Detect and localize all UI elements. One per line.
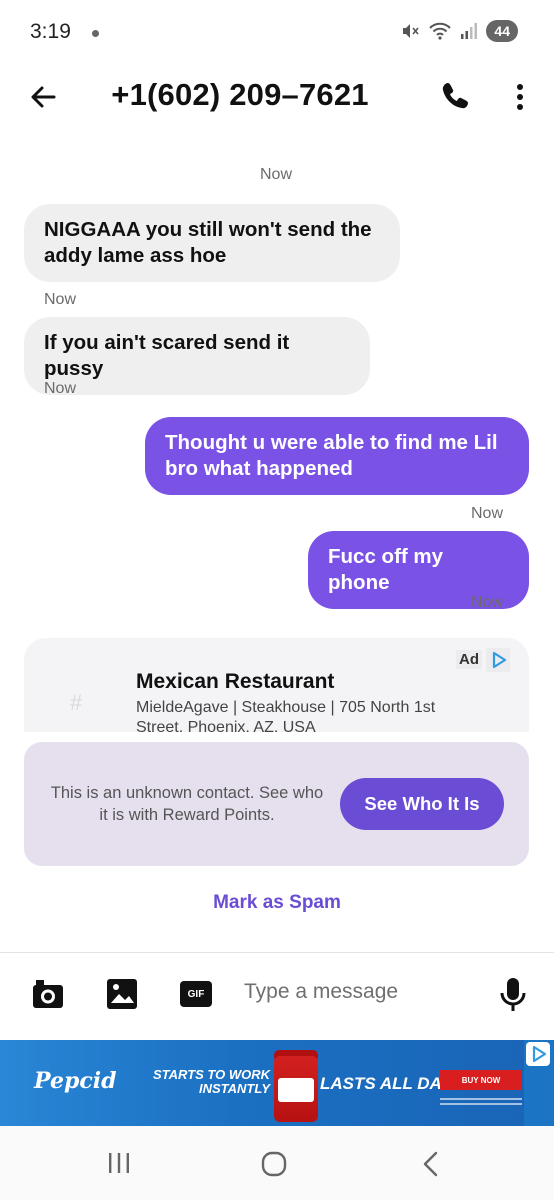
notification-dot-icon [92,30,99,37]
ad-choices-icon[interactable] [526,1042,550,1066]
product-bottle-label [278,1078,314,1102]
sponsored-ad-card[interactable]: # Ad Mexican Restaurant MieldeAgave | St… [24,638,529,732]
ad-title[interactable]: Mexican Restaurant [136,670,334,694]
nav-back-icon[interactable] [418,1150,444,1178]
unknown-contact-text: This is an unknown contact. See who it i… [50,784,324,824]
buy-now-button[interactable]: BUY NOW [440,1070,522,1090]
gif-button[interactable]: GIF [180,981,212,1007]
mark-as-spam-link[interactable]: Mark as Spam [0,892,554,914]
ad-placeholder-icon: # [70,690,83,715]
timestamp: Now [44,380,77,397]
signal-icon [461,23,478,39]
banner-brand: Pepcid [34,1068,117,1094]
incoming-message[interactable]: NIGGAAA you still won't send the addy la… [24,204,400,282]
microphone-icon[interactable] [498,976,528,1014]
status-time: 3:19 [30,20,71,43]
wifi-icon [429,22,452,40]
conversation-header: +1(602) 209–7621 [0,64,554,128]
message-input[interactable]: Type a message [244,980,398,1004]
timestamp: Now [260,166,293,183]
home-icon[interactable] [260,1150,288,1178]
status-bar: 3:19 44 [0,0,554,64]
gif-label: GIF [187,988,205,1000]
ad-choices-icon[interactable] [486,648,510,672]
recent-apps-icon[interactable] [106,1150,132,1176]
gallery-icon[interactable] [104,976,140,1012]
timestamp: Now [471,594,504,611]
ad-description: MieldeAgave | Steakhouse | 705 North 1st… [136,699,436,732]
phone-call-icon[interactable] [440,80,472,112]
timestamp: Now [44,291,77,308]
timestamp: Now [471,505,504,522]
system-navigation-bar [0,1126,554,1200]
ad-badge: Ad [456,650,482,669]
banner-tagline: STARTS TO WORK INSTANTLY [148,1068,270,1096]
outgoing-message[interactable]: Thought u were able to find me Lil bro w… [145,417,529,495]
more-options-icon[interactable] [508,80,532,114]
composer-divider [0,952,554,953]
banner-fine-print [440,1098,522,1110]
mute-icon [403,24,420,38]
banner-claim: LASTS ALL DAY° [320,1074,459,1093]
status-icons: 44 [400,20,518,42]
banner-ad[interactable]: Pepcid STARTS TO WORK INSTANTLY LASTS AL… [0,1040,554,1126]
camera-icon[interactable] [30,976,66,1012]
see-who-it-is-button[interactable]: See Who It Is [340,778,504,830]
unknown-contact-panel: This is an unknown contact. See who it i… [24,742,529,866]
battery-indicator: 44 [486,20,518,42]
contact-title: +1(602) 209–7621 [111,77,369,112]
banner-tagline-line-1: STARTS TO WORK [153,1067,270,1082]
banner-tagline-line-2: INSTANTLY [198,1081,270,1096]
